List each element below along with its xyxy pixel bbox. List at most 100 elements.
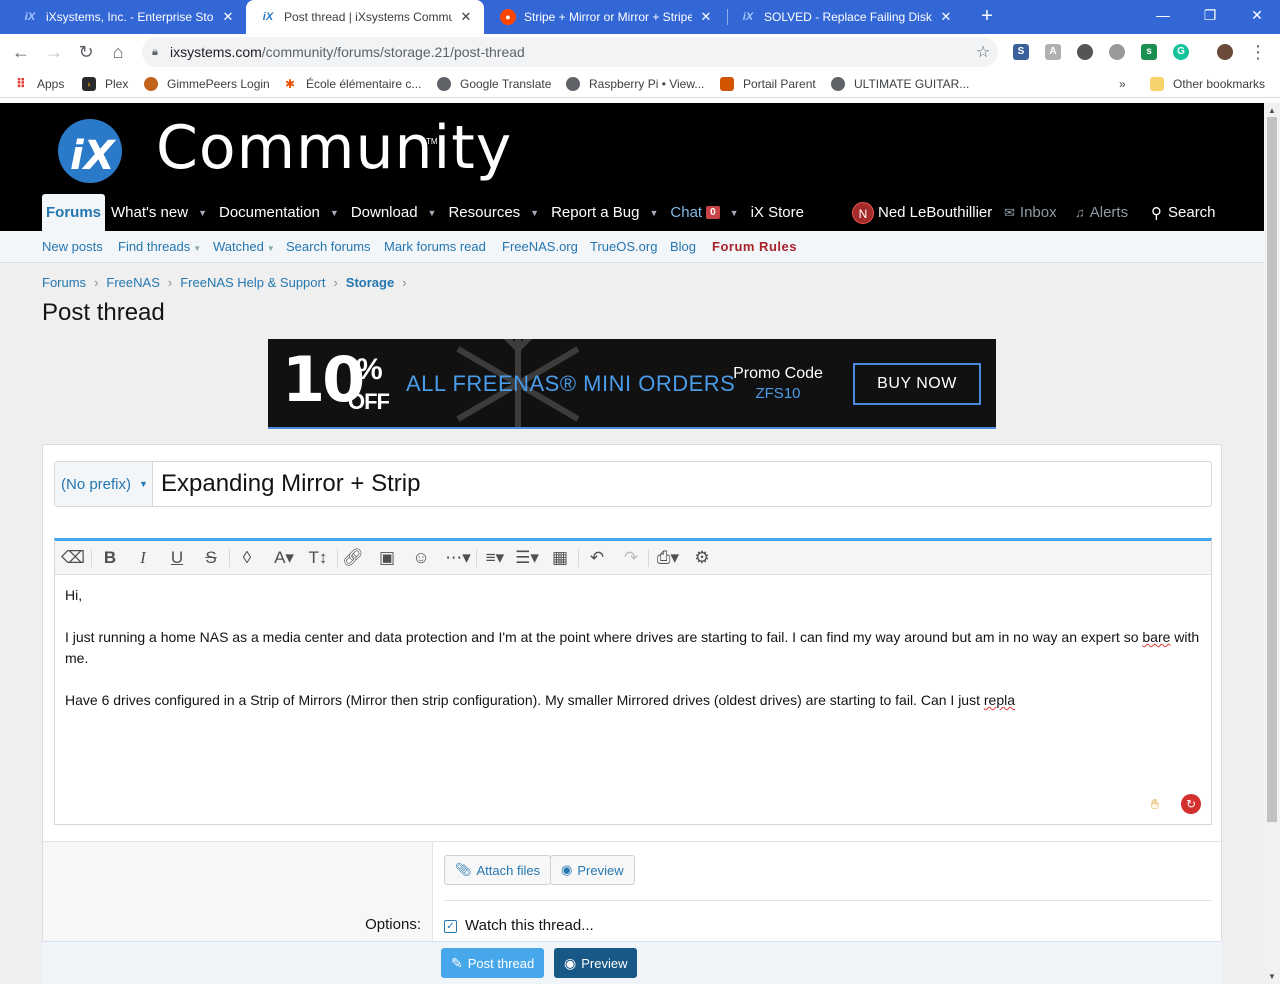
post-thread-button[interactable]: ✎ Post thread bbox=[441, 948, 545, 978]
browser-tab[interactable]: iX SOLVED - Replace Failing Disk wi ✕ bbox=[726, 0, 964, 34]
bookmark-star-icon[interactable]: ☆ bbox=[968, 42, 998, 62]
extension-leaf-icon[interactable]: s bbox=[1141, 44, 1157, 60]
grammarly-status-icon[interactable]: ↻ bbox=[1181, 794, 1201, 814]
nav-resources[interactable]: Resources ▼ bbox=[442, 194, 545, 231]
undo-icon[interactable]: ↶ bbox=[586, 548, 608, 568]
caret-down-icon[interactable]: ▼ bbox=[198, 208, 207, 218]
thread-title-field[interactable]: (No prefix) ▼ Expanding Mirror + Strip bbox=[54, 461, 1212, 507]
subnav-watched[interactable]: Watched ▼ bbox=[213, 239, 275, 254]
subnav-search-forums[interactable]: Search forums bbox=[286, 239, 371, 254]
bookmark-item[interactable]: ⠿ Apps bbox=[14, 76, 64, 92]
close-tab-icon[interactable]: ✕ bbox=[698, 9, 714, 25]
url-text[interactable]: ixsystems.com/community/forums/storage.2… bbox=[170, 44, 968, 60]
subnav-new-posts[interactable]: New posts bbox=[42, 239, 103, 254]
scroll-down-icon[interactable]: ▼ bbox=[1264, 972, 1280, 981]
insert-table-icon[interactable]: ▦ bbox=[549, 548, 571, 568]
caret-down-icon[interactable]: ▼ bbox=[330, 208, 339, 218]
subnav-mark-forums-read[interactable]: Mark forums read bbox=[384, 239, 486, 254]
scrollbar-thumb[interactable] bbox=[1267, 117, 1277, 822]
profile-avatar[interactable] bbox=[1217, 44, 1233, 60]
bookmark-item[interactable]: ✱ École élémentaire c... bbox=[283, 76, 421, 92]
nav-forums[interactable]: Forums bbox=[42, 194, 106, 231]
list-icon[interactable]: ☰▾ bbox=[512, 548, 542, 568]
insert-image-icon[interactable]: ▣ bbox=[376, 548, 398, 568]
buy-now-button[interactable]: BUY NOW bbox=[853, 363, 981, 405]
watch-thread-checkbox[interactable]: ✓ bbox=[444, 920, 457, 933]
clear-formatting-icon[interactable]: ⌫ bbox=[61, 548, 85, 568]
minimize-window-icon[interactable]: — bbox=[1140, 0, 1186, 30]
drafts-icon[interactable]: ⎙▾ bbox=[653, 548, 683, 568]
browser-tab-active[interactable]: iX Post thread | iXsystems Commun ✕ bbox=[246, 0, 484, 34]
message-editor[interactable]: ⌫ B I U S ◊ A▾ T↕ 🔗︎ ▣ ☺ ⋯▾ ≡▾ ☰▾ ▦ ↶ ↷ … bbox=[54, 538, 1212, 825]
forward-arrow-icon[interactable]: → bbox=[42, 40, 66, 64]
bookmark-item[interactable]: Portail Parent bbox=[720, 76, 816, 92]
extension-grey-icon[interactable] bbox=[1109, 44, 1125, 60]
bookmark-item[interactable]: Google Translate bbox=[437, 76, 551, 92]
align-icon[interactable]: ≡▾ bbox=[480, 548, 510, 568]
promo-banner[interactable]: 10 % OFF ALL FREENAS® MINI ORDERS Promo … bbox=[268, 339, 996, 429]
nav-documentation[interactable]: Documentation ▼ bbox=[213, 194, 345, 231]
prefix-select[interactable]: (No prefix) ▼ bbox=[55, 462, 153, 506]
nav-report-a-bug[interactable]: Report a Bug ▼ bbox=[545, 194, 664, 231]
underline-icon[interactable]: U bbox=[166, 548, 188, 568]
browser-tab[interactable]: iX iXsystems, Inc. - Enterprise Storag ✕ bbox=[8, 0, 246, 34]
home-icon[interactable]: ⌂ bbox=[106, 40, 130, 64]
preview-toggle-button[interactable]: ◉ Preview bbox=[550, 855, 635, 885]
subnav-trueos-org[interactable]: TrueOS.org bbox=[590, 239, 657, 254]
bookmark-item[interactable]: › Plex bbox=[82, 76, 128, 92]
smilie-icon[interactable]: ☺ bbox=[410, 548, 432, 568]
address-bar[interactable]: 🔒︎ ixsystems.com/community/forums/storag… bbox=[142, 37, 998, 67]
attach-files-button[interactable]: 📎︎ Attach files bbox=[444, 855, 552, 885]
thread-title-input[interactable]: Expanding Mirror + Strip bbox=[153, 470, 420, 498]
close-tab-icon[interactable]: ✕ bbox=[938, 9, 954, 25]
subnav-freenas-org[interactable]: FreeNAS.org bbox=[502, 239, 578, 254]
other-bookmarks-folder[interactable]: Other bookmarks bbox=[1150, 76, 1265, 92]
scroll-up-icon[interactable]: ▲ bbox=[1264, 106, 1280, 115]
font-size-icon[interactable]: T↕ bbox=[303, 548, 333, 568]
misspelled-word[interactable]: bare bbox=[1142, 629, 1170, 645]
caret-down-icon[interactable]: ▼ bbox=[730, 208, 739, 218]
settings-gear-icon[interactable]: ⚙ bbox=[691, 548, 713, 568]
subnav-blog[interactable]: Blog bbox=[670, 239, 696, 254]
text-color-icon[interactable]: ◊ bbox=[236, 548, 258, 568]
editor-content[interactable]: Hi, I just running a home NAS as a media… bbox=[65, 585, 1201, 732]
more-options-icon[interactable]: ⋯▾ bbox=[443, 548, 473, 568]
nav-chat[interactable]: Chat 0 ▼ bbox=[664, 194, 744, 231]
misspelled-word[interactable]: repla bbox=[984, 692, 1015, 708]
new-tab-button[interactable]: + bbox=[976, 5, 998, 27]
redo-icon[interactable]: ↷ bbox=[620, 548, 642, 568]
extension-pdf-icon[interactable]: A bbox=[1045, 44, 1061, 60]
browser-tab[interactable]: ● Stripe + Mirror or Mirror + Stripe ✕ bbox=[486, 0, 724, 34]
bookmark-item[interactable]: ULTIMATE GUITAR... bbox=[831, 76, 969, 92]
reload-icon[interactable]: ↻ bbox=[74, 40, 98, 64]
extension-s-icon[interactable]: S bbox=[1013, 44, 1029, 60]
inbox-link[interactable]: ✉ Inbox bbox=[1004, 194, 1057, 231]
italic-icon[interactable]: I bbox=[132, 548, 154, 568]
breadcrumb-freenas[interactable]: FreeNAS bbox=[106, 275, 159, 290]
insert-link-icon[interactable]: 🔗︎ bbox=[342, 548, 364, 568]
subnav-forum-rules[interactable]: Forum Rules bbox=[712, 239, 797, 254]
page-scrollbar[interactable]: ▲ ▼ bbox=[1264, 103, 1280, 984]
nav-download[interactable]: Download ▼ bbox=[345, 194, 443, 231]
bookmark-item[interactable]: GimmePeers Login bbox=[144, 76, 270, 92]
extension-circle-icon[interactable] bbox=[1077, 44, 1093, 60]
handshake-icon[interactable]: ✋︎ bbox=[1151, 796, 1171, 812]
search-link[interactable]: ⚲ Search bbox=[1151, 194, 1216, 231]
close-tab-icon[interactable]: ✕ bbox=[458, 9, 474, 25]
grammarly-extension-icon[interactable]: G bbox=[1173, 44, 1189, 60]
caret-down-icon[interactable]: ▼ bbox=[428, 208, 437, 218]
caret-down-icon[interactable]: ▼ bbox=[649, 208, 658, 218]
close-tab-icon[interactable]: ✕ bbox=[220, 9, 236, 25]
watch-thread-label[interactable]: Watch this thread... bbox=[465, 917, 594, 934]
bookmark-item[interactable]: Raspberry Pi • View... bbox=[566, 76, 704, 92]
strikethrough-icon[interactable]: S bbox=[200, 548, 222, 568]
ix-logo-icon[interactable]: iX bbox=[50, 111, 142, 183]
user-menu[interactable]: N Ned LeBouthillier bbox=[852, 194, 992, 231]
bookmarks-overflow-button[interactable]: » bbox=[1119, 76, 1126, 92]
bold-icon[interactable]: B bbox=[99, 548, 121, 568]
preview-button[interactable]: ◉ Preview bbox=[554, 948, 638, 978]
back-arrow-icon[interactable]: ← bbox=[9, 40, 33, 64]
breadcrumb-help-support[interactable]: FreeNAS Help & Support bbox=[180, 275, 325, 290]
chrome-menu-icon[interactable]: ⋮ bbox=[1246, 40, 1270, 64]
caret-down-icon[interactable]: ▼ bbox=[530, 208, 539, 218]
